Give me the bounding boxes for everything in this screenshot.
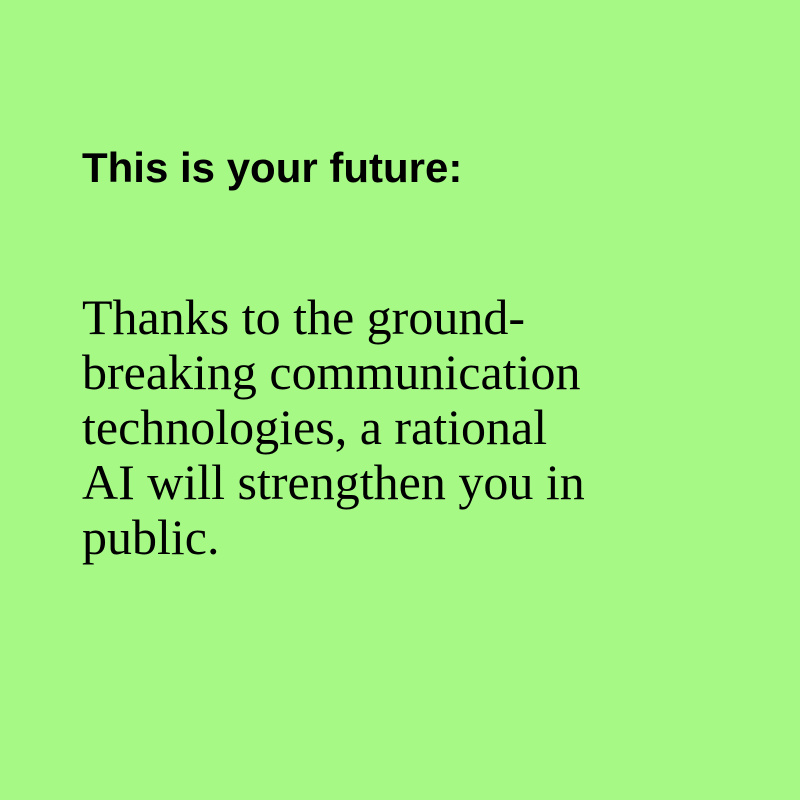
slide-heading: This is your future: — [82, 144, 463, 191]
slide-card: This is your future: Thanks to the groun… — [0, 0, 800, 800]
body-line: Thanks to the ground- — [82, 289, 525, 345]
body-line: public. — [82, 509, 220, 565]
slide-body-text: Thanks to the ground- breaking communica… — [82, 290, 585, 565]
body-line: technologies, a rational — [82, 399, 548, 455]
body-line: breaking communication — [82, 344, 581, 400]
body-line: AI will strengthen you in — [82, 454, 585, 510]
